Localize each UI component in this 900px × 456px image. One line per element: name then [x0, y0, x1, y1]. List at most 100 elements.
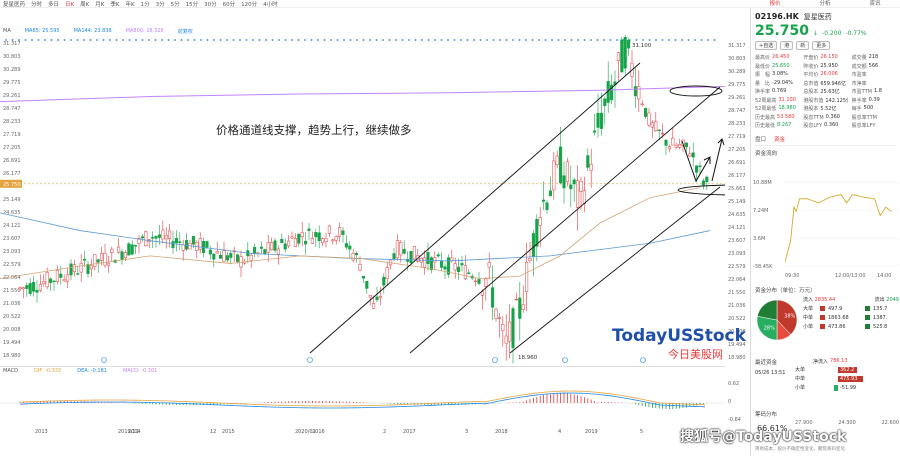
candle-body [35, 289, 39, 293]
right-tab[interactable]: 报价 [750, 0, 800, 7]
candle-body [375, 296, 379, 301]
signal-dot [525, 39, 527, 41]
period-tab[interactable]: 3分 [156, 0, 165, 8]
candle-body [616, 52, 620, 61]
period-tab[interactable]: 季K [110, 0, 119, 8]
quote-field: 成交量 218 [852, 54, 896, 61]
event-marker[interactable] [307, 357, 313, 363]
event-marker[interactable] [101, 357, 107, 363]
candle-body [705, 176, 709, 183]
signal-dot [356, 39, 358, 41]
candle-body [491, 287, 495, 308]
candle-body [314, 232, 318, 238]
candle-body [525, 262, 529, 293]
period-tab[interactable]: 30分 [204, 0, 217, 8]
event-marker[interactable] [640, 357, 646, 363]
macd-tick: -0.64 [728, 417, 741, 423]
signal-dot [583, 39, 586, 41]
flow-tab[interactable]: 资金 [774, 135, 785, 143]
candle-body [545, 202, 549, 210]
period-tab[interactable]: 多日 [48, 0, 59, 8]
time-tick: 2013 [35, 429, 48, 435]
event-marker[interactable] [492, 357, 498, 363]
signal-dot [31, 39, 33, 41]
period-tab[interactable]: 周K [80, 0, 89, 8]
period-tab[interactable]: 60分 [223, 0, 236, 8]
period-tab[interactable]: 5分 [171, 0, 180, 8]
price-tick: 28.747 [728, 108, 746, 114]
watermark-cn: 今日美股网 [668, 348, 723, 361]
quote-field-label: 股息率LFY [851, 123, 876, 129]
macd-chart[interactable] [0, 375, 725, 427]
quote-field-value: 566 [868, 62, 879, 69]
candle-body [161, 229, 165, 240]
period-tab[interactable]: 15分 [186, 0, 199, 8]
quote-button[interactable]: 新 [796, 41, 810, 50]
candle-body [25, 285, 29, 289]
signal-dot [57, 39, 59, 41]
signal-dot [388, 39, 391, 41]
quote-field: 股息率TTM [852, 114, 896, 121]
right-tab[interactable]: 分析 [800, 0, 850, 7]
candlestick-chart[interactable]: 31.317 30.803 30.289 29.775 29.261 28.747 28.2… [0, 35, 725, 365]
period-tab[interactable]: 分时 [31, 0, 42, 8]
period-tab[interactable]: 月K [95, 0, 104, 8]
quote-field-label: 换手率 [851, 97, 867, 104]
period-tab[interactable]: 120分 [241, 0, 257, 8]
signal-dot [330, 39, 332, 41]
signal-dot [161, 39, 163, 41]
candle-body [569, 184, 573, 190]
candle-body [127, 243, 131, 256]
signal-dot [564, 39, 566, 41]
signal-dot [544, 39, 547, 41]
candle-body [603, 98, 607, 106]
quote-row: 52周最高31.100 港股市值142.125亿换手率0.39 [755, 97, 896, 104]
candle-body [72, 264, 76, 272]
down-arrow-icon: ↓ [813, 30, 819, 37]
event-marker[interactable] [562, 357, 568, 363]
flow-tab[interactable]: 盘口 [755, 135, 766, 143]
quote-field-label: 历史最高 [755, 114, 776, 121]
quote-row: 52周最低 18.980 港股本 5.52亿 每手 500 [755, 105, 896, 112]
quote-field: 股息LFY 0.360 [803, 122, 847, 129]
fund-flow-chart[interactable]: 10.88M 7.24M 3.6M -38.45K 09:30 12:00/13:00 14… [751, 171, 900, 279]
quote-field-label: 市盈TTM [851, 89, 872, 95]
period-tab[interactable]: 1分 [141, 0, 150, 8]
quote-field-label: 振 幅 [755, 72, 771, 78]
signal-dot [590, 39, 592, 41]
left-price-tick: 26.177 [3, 171, 21, 177]
quote-button[interactable]: 更多 [812, 41, 831, 50]
signal-dot [447, 39, 449, 41]
macd-tick: 0.62 [728, 381, 740, 387]
candle-body [355, 253, 359, 256]
signal-dot [596, 39, 599, 41]
period-toolbar: 复星医药 分时 多日 日K 周K 月K 季K 年K 1分 3分 5分 15分 30分 60分 120分 4小时 [0, 0, 750, 8]
signal-dot [382, 39, 384, 41]
flow-dist-name: 大单 [803, 306, 814, 312]
period-tab[interactable]: 年K [125, 0, 134, 8]
price-tick: 18.980 [728, 355, 746, 361]
quote-field-value: 0.769 [772, 88, 787, 94]
candle-body [494, 308, 498, 319]
flow-dist-name: 中单 [803, 315, 814, 321]
period-tab[interactable]: 复星医药 [3, 0, 25, 8]
flow-dist-row: 大单 497.9 135.7 [803, 305, 899, 313]
candle-body [667, 146, 671, 150]
signal-dot [336, 39, 339, 41]
quote-button[interactable]: 港 [780, 41, 794, 50]
inflow-swatch [820, 315, 825, 320]
quote-field-value: 142.125亿 [825, 97, 847, 104]
quote-field-value: 53.580 [777, 113, 795, 120]
flow-ytick: 10.88M [753, 180, 772, 186]
candle-body [185, 239, 189, 250]
candle-body [664, 139, 668, 146]
period-tab[interactable]: 日K [65, 0, 74, 8]
left-price-tick: 20.008 [3, 327, 21, 333]
period-tab[interactable]: 4小时 [263, 0, 278, 8]
quote-field-label: 港股本 [803, 106, 819, 112]
signal-dot [460, 39, 462, 41]
quote-button[interactable]: +自选 [755, 41, 778, 50]
left-price-tick: 25.149 [3, 197, 21, 203]
fund-dist-table: 流入 2835.44 流出 2049 大单 497.9 135.7 中单 1863.68 13… [803, 296, 899, 332]
right-tab[interactable]: 资讯 [850, 0, 900, 7]
